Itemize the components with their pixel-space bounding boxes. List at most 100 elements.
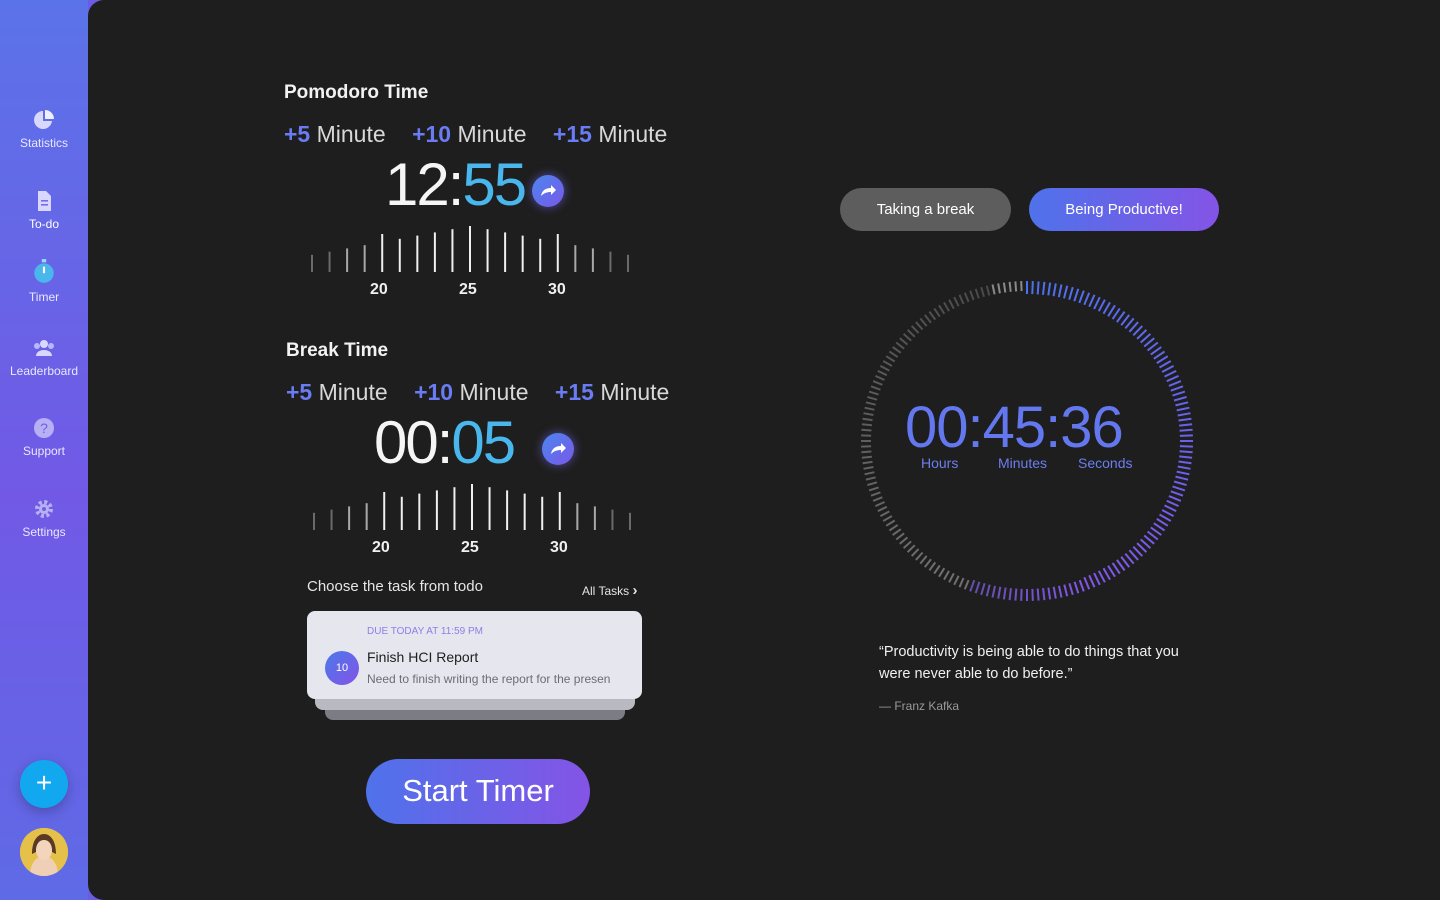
ruler-label: 25 bbox=[461, 539, 479, 556]
taking-break-toggle[interactable]: Taking a break bbox=[840, 188, 1011, 231]
dial-tick bbox=[943, 301, 950, 312]
start-timer-button[interactable]: Start Timer bbox=[366, 759, 590, 824]
dial-tick bbox=[1170, 490, 1184, 497]
share-arrow-icon bbox=[541, 185, 556, 196]
dial-tick bbox=[953, 296, 960, 307]
task-due: DUE TODAY AT 11:59 PM bbox=[367, 626, 483, 637]
dial-tick bbox=[1014, 588, 1018, 601]
dial-tick bbox=[1116, 559, 1126, 571]
dial-tick bbox=[910, 548, 920, 557]
dial-tick bbox=[980, 583, 986, 596]
dial-tick bbox=[1170, 385, 1184, 392]
dial-tick bbox=[924, 558, 932, 568]
user-avatar-image bbox=[20, 828, 68, 876]
dial-tick bbox=[985, 584, 991, 597]
ruler-label: 20 bbox=[372, 539, 390, 556]
task-title: Finish HCI Report bbox=[367, 649, 479, 665]
dial-tick bbox=[865, 401, 876, 406]
break-add-10-button[interactable]: +10 Minute bbox=[414, 379, 528, 405]
sidebar-item-label: Support bbox=[22, 444, 66, 458]
dial-tick bbox=[1179, 450, 1193, 454]
dial-tick bbox=[1179, 434, 1193, 437]
dial-tick bbox=[919, 317, 928, 327]
dial-tick bbox=[1008, 281, 1012, 292]
dial-tick bbox=[1178, 417, 1192, 422]
dial-tick bbox=[1173, 395, 1187, 402]
dial-tick bbox=[892, 346, 902, 354]
dial-tick bbox=[933, 564, 941, 575]
add-button[interactable]: + bbox=[20, 760, 68, 808]
dial-tick bbox=[1173, 480, 1187, 487]
break-time-display: 00:05 bbox=[374, 409, 516, 476]
dial-tick bbox=[1150, 346, 1162, 356]
dial-tick bbox=[863, 466, 874, 470]
dial-tick bbox=[861, 450, 872, 454]
dial-tick bbox=[1008, 588, 1012, 601]
sidebar-item-settings[interactable]: Settings bbox=[0, 497, 88, 539]
dial-tick bbox=[1179, 423, 1193, 427]
dial-tick bbox=[877, 369, 888, 377]
dial-tick bbox=[1031, 281, 1034, 295]
dial-tick bbox=[1078, 579, 1085, 592]
dial-tick bbox=[969, 290, 975, 301]
sidebar-item-timer[interactable]: Timer bbox=[0, 256, 88, 304]
dial-tick bbox=[1097, 299, 1106, 312]
pomodoro-add-10-button[interactable]: +10 Minute bbox=[412, 121, 526, 147]
dial-tick bbox=[1102, 301, 1111, 315]
dial-tick bbox=[899, 536, 909, 545]
question-icon: ? bbox=[34, 418, 54, 438]
sidebar-item-statistics[interactable]: Statistics bbox=[0, 108, 88, 150]
seconds-label: Seconds bbox=[1078, 455, 1133, 471]
dial-tick bbox=[1161, 509, 1175, 517]
task-card[interactable]: DUE TODAY AT 11:59 PM 10 Finish HCI Repo… bbox=[307, 611, 642, 699]
dial-tick bbox=[1088, 574, 1096, 588]
dial-tick bbox=[1156, 355, 1169, 364]
dial-tick bbox=[958, 577, 965, 588]
dial-tick bbox=[1042, 588, 1046, 601]
dial-tick bbox=[1088, 294, 1096, 308]
pomodoro-confirm-button[interactable] bbox=[532, 175, 564, 207]
dial-tick bbox=[882, 360, 893, 367]
sidebar-item-support[interactable]: ? Support bbox=[0, 416, 88, 458]
sidebar-item-label: Leaderboard bbox=[9, 364, 79, 378]
svg-text:?: ? bbox=[40, 420, 48, 436]
dial-tick bbox=[874, 374, 885, 381]
dial-tick bbox=[963, 579, 970, 590]
dial-tick bbox=[997, 586, 1002, 599]
sidebar-item-todo[interactable]: To-do bbox=[0, 189, 88, 231]
all-tasks-link[interactable]: All Tasks › bbox=[582, 582, 637, 599]
quote-author: — Franz Kafka bbox=[879, 699, 960, 713]
dial-tick bbox=[953, 575, 960, 586]
dial-tick bbox=[1156, 518, 1169, 527]
being-productive-toggle[interactable]: Being Productive! bbox=[1029, 188, 1219, 231]
dial-tick bbox=[928, 311, 937, 321]
dial-tick bbox=[877, 505, 888, 513]
dial-tick bbox=[991, 585, 996, 598]
dial-tick bbox=[910, 325, 920, 334]
dial-tick bbox=[915, 551, 924, 561]
ruler-label: 20 bbox=[370, 281, 388, 298]
pomodoro-add-15-button[interactable]: +15 Minute bbox=[553, 121, 667, 147]
dial-tick bbox=[1107, 304, 1116, 317]
dial-tick bbox=[1068, 583, 1074, 596]
pomodoro-add-5-button[interactable]: +5 Minute bbox=[284, 121, 386, 147]
dial-tick bbox=[1068, 286, 1074, 300]
sidebar-item-leaderboard[interactable]: Leaderboard bbox=[0, 336, 88, 378]
avatar[interactable] bbox=[20, 828, 68, 876]
break-confirm-button[interactable] bbox=[542, 433, 574, 465]
dial-tick bbox=[879, 365, 890, 372]
dial-tick bbox=[1159, 513, 1172, 522]
break-add-5-button[interactable]: +5 Minute bbox=[286, 379, 388, 405]
pomodoro-title: Pomodoro Time bbox=[284, 82, 429, 103]
dial-tick bbox=[1179, 445, 1193, 448]
break-add-15-button[interactable]: +15 Minute bbox=[555, 379, 669, 405]
dial-tick bbox=[1107, 565, 1116, 578]
dial-tick bbox=[948, 299, 955, 310]
minutes-label: Minutes bbox=[998, 455, 1048, 471]
dial-tick bbox=[861, 428, 872, 432]
ruler-label: 30 bbox=[550, 539, 568, 556]
sidebar-item-label: Statistics bbox=[19, 136, 68, 150]
sidebar: Statistics To-do Timer Leaderboard ? Sup… bbox=[0, 0, 88, 900]
dial-tick bbox=[861, 423, 872, 427]
dial-tick bbox=[1014, 281, 1018, 292]
